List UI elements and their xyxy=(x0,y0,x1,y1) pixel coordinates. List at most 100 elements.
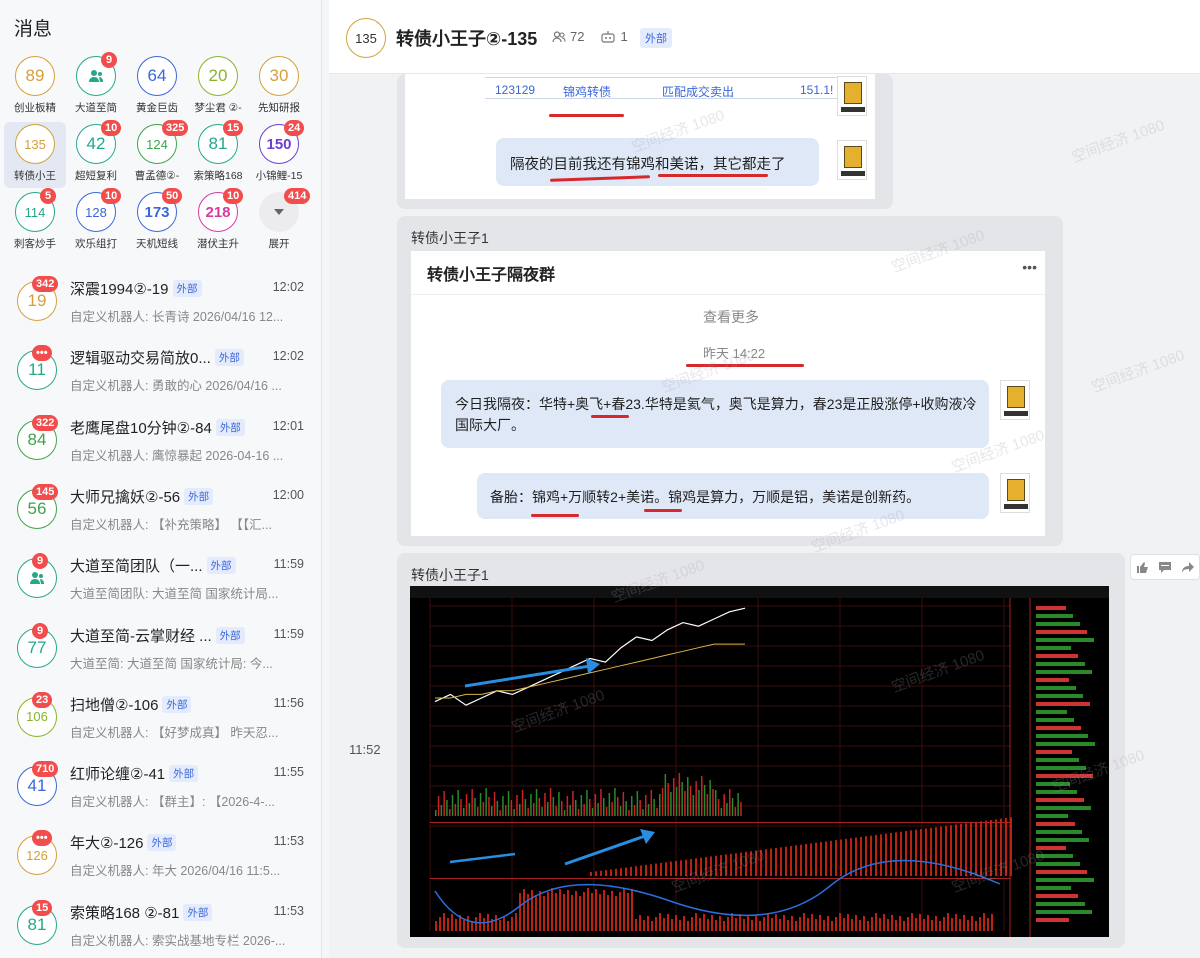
volume-bar xyxy=(687,777,689,816)
trade-action: 匹配成交卖出 xyxy=(662,85,735,99)
oscillator-bar xyxy=(523,889,525,931)
conversation-preview: 自定义机器人: 长青诗 2026/04/16 12... xyxy=(70,310,284,324)
indicator-bar xyxy=(705,857,707,876)
pinned-chat-11[interactable]: 128 10 欢乐组打 xyxy=(65,188,127,256)
conversation-item[interactable]: 84 322 老鹰尾盘10分钟②-84 外部 12:01 自定义机器人: 鹰惊暴起 202… xyxy=(0,405,320,474)
pinned-chat-6[interactable]: 42 10 超短复利 xyxy=(65,120,127,188)
volume-bar xyxy=(566,796,569,816)
oscillator-bar xyxy=(655,917,657,931)
pinned-chat-12[interactable]: 173 50 天机短线 xyxy=(126,188,188,256)
pinned-chat-4[interactable]: 30 先知研报 xyxy=(248,54,310,120)
oscillator-bar xyxy=(451,914,453,931)
conversation-preview: 自定义机器人: 索实战基地专栏 2026-... xyxy=(70,933,286,948)
pinned-chat-0[interactable]: 89 创业板精 xyxy=(4,54,66,120)
conversation-item[interactable]: 56 145 大师兄擒妖②-56 外部 12:00 自定义机器人: 【补充策略】 【【汇.… xyxy=(0,474,320,543)
pinned-chat-8[interactable]: 81 15 索策略168 xyxy=(187,120,249,188)
screenshot-image-1[interactable]: 123129 锦鸡转债 匹配成交卖出 151.1! 隔夜的目前我还有锦鸡和美诺，… xyxy=(405,74,875,199)
oscillator-bar xyxy=(555,893,557,931)
indicator-bar xyxy=(900,831,902,876)
external-badge: 外部 xyxy=(215,626,245,644)
volume-bar xyxy=(479,793,482,816)
volume-bar xyxy=(689,786,692,816)
thumbs-up-icon[interactable] xyxy=(1131,555,1154,579)
side-panel-row xyxy=(1036,854,1073,858)
volume-bar xyxy=(474,798,476,816)
oscillator-bar xyxy=(583,892,585,931)
conversation-item[interactable]: 41 710 红师论缠②-41 外部 11:55 自定义机器人: 【群主】: 【2026-… xyxy=(0,751,320,820)
indicator-bar xyxy=(710,856,712,876)
oscillator-bar xyxy=(631,889,633,931)
pinned-chat-1[interactable]: 9 大道至简 xyxy=(65,52,127,120)
oscillator-bar xyxy=(595,889,597,931)
side-panel-row xyxy=(1036,918,1069,922)
screenshot-image-2[interactable]: 转债小王子隔夜群 ••• 查看更多 昨天 14:22 今日我隔夜：华特+奥飞+春… xyxy=(411,251,1045,536)
volume-bar xyxy=(659,794,661,816)
volume-bar xyxy=(549,788,552,816)
conversation-item[interactable]: 11 ••• 逻辑驱动交易简放0... 外部 12:02 自定义机器人: 勇敢的心 202… xyxy=(0,335,320,404)
conversation-item[interactable]: 106 23 扫地僧②-106 外部 11:56 自定义机器人: 【好梦成真】 昨天忍..… xyxy=(0,682,320,751)
pinned-chat-3[interactable]: 20 梦尘君 ②- xyxy=(187,54,249,120)
indicator-bar xyxy=(885,833,887,876)
external-badge: 外部 xyxy=(172,280,202,297)
oscillator-bar xyxy=(643,920,645,931)
side-panel-row xyxy=(1036,750,1072,754)
oscillator-bar xyxy=(823,920,825,931)
pinned-chat-7[interactable]: 124 325 曹孟德②- xyxy=(126,120,189,188)
indicator-bar xyxy=(670,861,672,876)
indicator-bar xyxy=(760,849,762,876)
oscillator-bar xyxy=(943,917,945,931)
unread-badge: 15 xyxy=(32,899,53,916)
group-title[interactable]: 转债小王子②-135 xyxy=(396,25,537,51)
volume-bar xyxy=(594,794,597,816)
pinned-chat-5[interactable]: 135 转债小王 xyxy=(4,122,66,188)
stock-chart-image[interactable] xyxy=(410,586,1109,937)
unread-badge: 9 xyxy=(32,622,48,639)
volume-bar xyxy=(661,788,664,816)
sender-avatar xyxy=(837,76,867,116)
indicator-bar xyxy=(610,869,612,876)
indicator-bar xyxy=(590,872,592,876)
volume-bar xyxy=(715,790,717,816)
oscillator-bar xyxy=(783,915,785,931)
indicator-bar xyxy=(860,836,862,876)
oscillator-bar xyxy=(919,914,921,931)
conversation-item[interactable]: 81 15 索策略168 ②-81 外部 11:53 自定义机器人: 索实战基地专栏 20… xyxy=(0,890,320,958)
comment-icon[interactable] xyxy=(1154,555,1177,579)
volume-bar xyxy=(451,795,454,816)
oscillator-bar xyxy=(455,919,457,931)
conversation-item[interactable]: 9 大道至简团队（一... 外部 11:59 大道至简团队: 大道至简 国家统计局... xyxy=(0,543,320,612)
conversation-preview: 自定义机器人: 年大 2026/04/16 11:5... xyxy=(70,864,281,879)
conversation-time: 12:01 xyxy=(272,418,304,433)
indicator-bar xyxy=(970,822,972,876)
volume-bar xyxy=(491,806,493,816)
conversation-item[interactable]: 126 ••• 年大②-126 外部 11:53 自定义机器人: 年大 2026/04/1… xyxy=(0,820,320,889)
side-panel-row xyxy=(1036,638,1094,642)
indicator-bar xyxy=(755,850,757,876)
share-icon[interactable] xyxy=(1176,555,1199,579)
message-card-2[interactable]: 转债小王子1 转债小王子隔夜群 ••• 查看更多 昨天 14:22 今日我隔夜：… xyxy=(397,216,1063,546)
indicator-bar xyxy=(865,836,867,876)
volume-bar xyxy=(457,790,459,816)
volume-bar xyxy=(516,795,518,816)
message-card-1[interactable]: 123129 锦鸡转债 匹配成交卖出 151.1! 隔夜的目前我还有锦鸡和美诺，… xyxy=(397,74,893,209)
oscillator-bar xyxy=(775,914,777,931)
oscillator-bar xyxy=(895,920,897,931)
oscillator-bar xyxy=(587,888,589,931)
pinned-chat-9[interactable]: 150 24 小锦鲤-15 xyxy=(248,120,310,188)
pinned-chat-14[interactable]: 414 展开 xyxy=(248,188,311,256)
indicator-bar xyxy=(840,839,842,876)
unread-badge: 322 xyxy=(32,414,59,431)
conversation-item[interactable]: 77 9 大道至简-云掌财经 ... 外部 11:59 大道至简: 大道至简 国家统计局:… xyxy=(0,613,320,682)
oscillator-bar xyxy=(435,921,437,931)
volume-bar xyxy=(499,810,501,816)
indicator-bar xyxy=(680,860,682,876)
pinned-chat-10[interactable]: 114 5 刺客炒手 xyxy=(4,188,66,256)
conversation-item[interactable]: 19 342 深震1994②-19 外部 12:02 自定义机器人: 长青诗 2026/0… xyxy=(0,266,320,335)
volume-bar xyxy=(650,790,653,816)
unread-badge: 15 xyxy=(223,120,244,136)
group-avatar[interactable]: 135 xyxy=(346,18,386,58)
volume-bar xyxy=(502,796,504,816)
pinned-chat-2[interactable]: 64 黄金巨齿 xyxy=(126,54,188,120)
chat-avatar: 89 xyxy=(15,56,55,96)
pinned-chat-13[interactable]: 218 10 潜伏主升 xyxy=(187,188,249,256)
